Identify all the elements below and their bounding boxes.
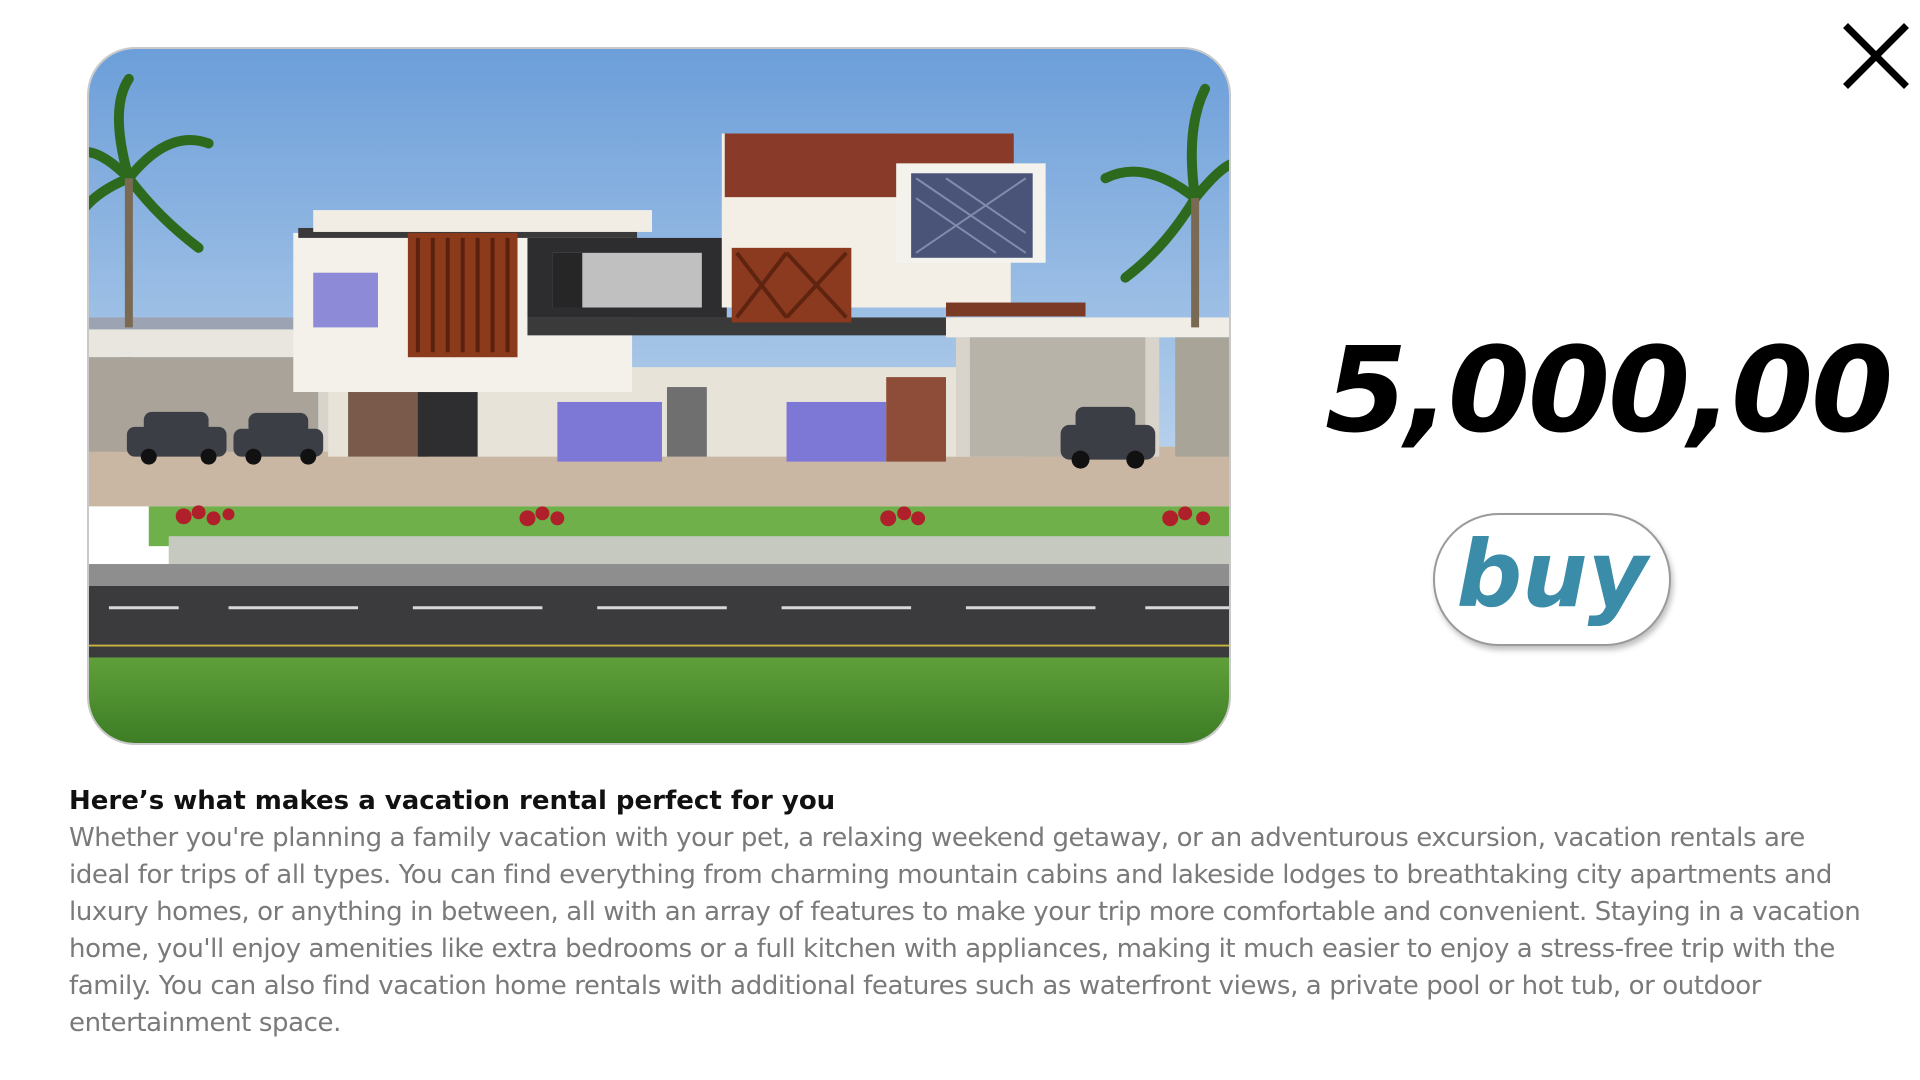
property-image xyxy=(87,47,1231,745)
price-label: 5,000,00 xyxy=(1325,321,1893,459)
description-title: Here’s what makes a vacation rental perf… xyxy=(69,786,836,816)
close-button[interactable] xyxy=(1842,22,1910,90)
close-icon xyxy=(1843,23,1909,89)
listing-page: 5,000,00 buy Here’s what makes a vacatio… xyxy=(0,0,1920,1080)
description-body: Whether you're planning a family vacatio… xyxy=(69,823,1861,1038)
buy-button[interactable]: buy xyxy=(1433,513,1671,646)
description-section: Here’s what makes a vacation rental perf… xyxy=(69,782,1869,1042)
